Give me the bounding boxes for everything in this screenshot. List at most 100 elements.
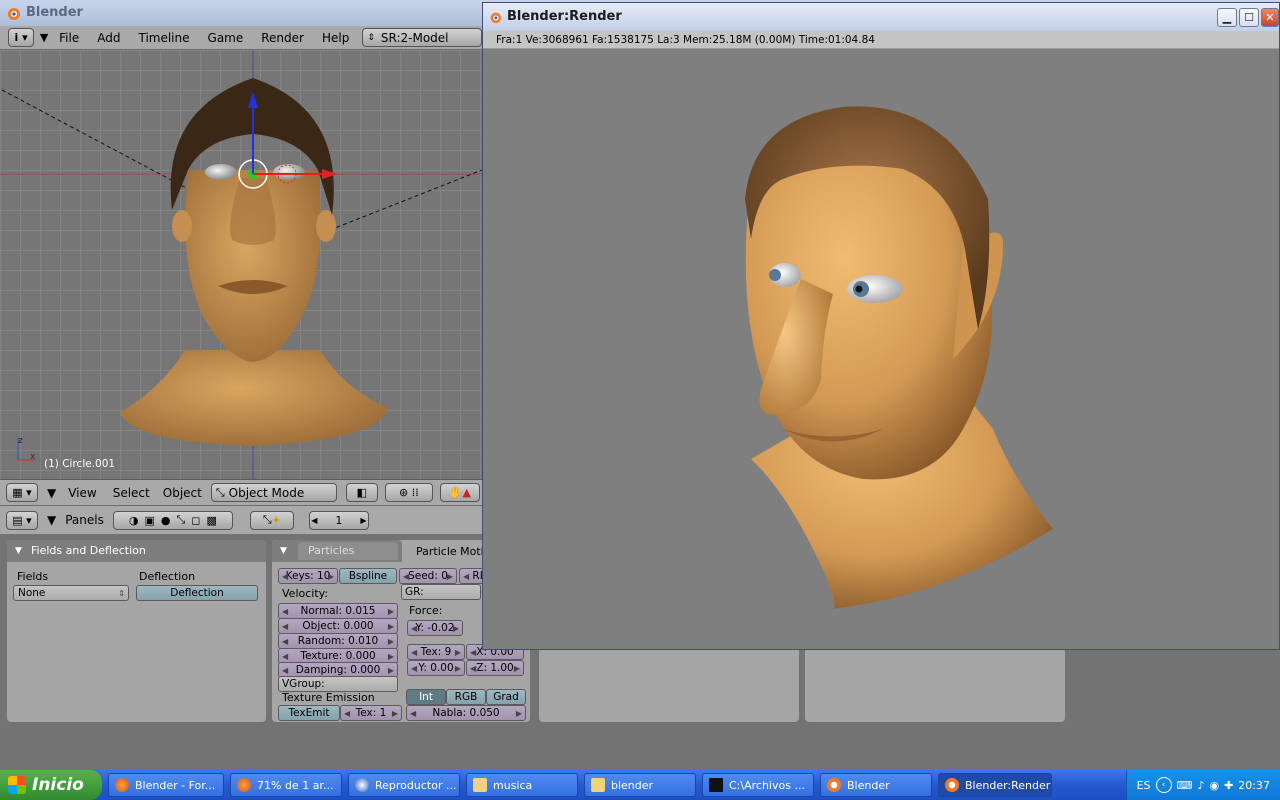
buttons-editor-type[interactable]: ▤ ▾	[6, 510, 38, 530]
windows-taskbar: Inicio Blender - For... 71% de 1 ar... R…	[0, 770, 1280, 800]
frame-right-arrow[interactable]: ▶	[360, 516, 366, 525]
task-download[interactable]: 71% de 1 ar...	[230, 773, 342, 797]
random-field[interactable]: ◀ Random: 0.010 ▶	[278, 633, 398, 649]
draw-type-button[interactable]: ◧	[345, 483, 378, 502]
panel-collapse-icon-2[interactable]: ▼	[280, 540, 287, 562]
menu-help[interactable]: Help	[313, 27, 358, 49]
menu-render[interactable]: Render	[252, 27, 313, 49]
render-window: Blender:Render ▁ ☐ ✕ Fra:1 Ve:3068961 Fa…	[482, 2, 1280, 650]
menu-timeline[interactable]: Timeline	[129, 27, 198, 49]
editor-type-menu[interactable]: i ▾	[8, 28, 35, 47]
seed-value: Seed: 0	[408, 570, 448, 582]
seed-field[interactable]: ◀ Seed: 0 ▶	[399, 568, 457, 584]
task-media-player[interactable]: Reproductor ...	[348, 773, 460, 797]
pivot-icon: ⊛ ⁞⁞	[398, 486, 419, 499]
frame-value: 1	[335, 513, 343, 527]
network-icon[interactable]: ⌨	[1177, 779, 1193, 792]
frame-left-arrow[interactable]: ◀	[311, 516, 317, 525]
panel-collapse-icon[interactable]: ▼	[15, 540, 22, 562]
deflection-toggle[interactable]: Deflection	[136, 585, 258, 601]
z-field[interactable]: ◀ Z: 1.00 ▶	[466, 660, 524, 676]
force-y-field[interactable]: ◀ Y: -0.02 ▶	[407, 620, 463, 636]
gr-field[interactable]: GR:	[401, 584, 481, 600]
grad-toggle[interactable]: Grad	[486, 689, 526, 705]
volume-icon[interactable]: ♪	[1197, 779, 1204, 792]
int-toggle[interactable]: Int	[406, 689, 446, 705]
texture-value: Texture: 0.000	[300, 650, 376, 662]
task-folder-blender[interactable]: blender	[584, 773, 696, 797]
task-blender-forum[interactable]: Blender - For...	[108, 773, 224, 797]
particles-tab[interactable]: ▼ Particles	[272, 540, 402, 562]
texemit-toggle[interactable]: TexEmit	[278, 705, 340, 721]
frame-field[interactable]: ◀ 1 ▶	[308, 510, 369, 530]
shading-context-icon[interactable]: ●	[161, 514, 171, 527]
menu-game[interactable]: Game	[199, 27, 253, 49]
task-blender-render[interactable]: Blender:Render	[938, 773, 1052, 797]
translate-icon: ▲	[462, 486, 471, 499]
nabla-field[interactable]: ◀ Nabla: 0.050 ▶	[406, 705, 526, 721]
task-label-1: 71% de 1 ar...	[257, 778, 334, 792]
buttons-window-header: ▤ ▾ ▼ Panels ◑ ▣ ● ⤡ ◻ ▩ ⤡ ✦ ◀ 1 ▶	[0, 505, 482, 534]
close-button[interactable]: ✕	[1261, 8, 1279, 27]
start-button[interactable]: Inicio	[0, 770, 102, 800]
task-blender[interactable]: Blender	[820, 773, 932, 797]
keys-field[interactable]: ◀ Keys: 10 ▶	[278, 568, 338, 584]
fields-type-value: None	[18, 587, 46, 599]
grid-editor-type-button[interactable]: ▦ ▾	[6, 483, 38, 502]
vgroup-field[interactable]: VGroup:	[278, 676, 398, 692]
render-window-titlebar[interactable]: Blender:Render ▁ ☐ ✕	[483, 3, 1279, 31]
editing-icon[interactable]: ◻	[191, 514, 200, 527]
minimize-button[interactable]: ▁	[1217, 8, 1237, 27]
blender-icon	[827, 778, 841, 792]
keys-value: Keys: 10	[285, 570, 331, 582]
menu-add[interactable]: Add	[88, 27, 129, 49]
collapse-icon-2[interactable]: ▼	[47, 513, 56, 527]
active-object-label: (1) Circle.001	[44, 458, 116, 470]
menu-view[interactable]: View	[59, 482, 105, 504]
normal-value: Normal: 0.015	[300, 605, 376, 617]
empty-panel-1	[539, 648, 799, 722]
collapse-icon[interactable]: ▼	[47, 486, 56, 500]
texture-emission-label: Texture Emission	[282, 691, 375, 704]
menu-file[interactable]: File	[50, 27, 88, 49]
task-label-0: Blender - For...	[135, 778, 216, 792]
tex-field[interactable]: ◀ Tex: 9 ▶	[407, 644, 465, 660]
task-folder-musica[interactable]: musica	[466, 773, 578, 797]
rgb-toggle[interactable]: RGB	[446, 689, 486, 705]
menu-object[interactable]: Object	[157, 482, 208, 504]
task-label-4: blender	[611, 778, 654, 792]
tex1-value: Tex: 1	[355, 707, 387, 719]
physics-icon[interactable]: ✦	[272, 514, 281, 527]
menu-select[interactable]: Select	[109, 482, 154, 504]
context-buttons[interactable]: ◑ ▣ ● ⤡ ◻ ▩	[112, 510, 233, 530]
manipulator-toggle[interactable]: ✋ ▲	[439, 483, 480, 502]
tex1-field[interactable]: ◀ Tex: 1 ▶	[340, 705, 402, 721]
maximize-button[interactable]: ☐	[1239, 8, 1259, 27]
close-icon: ✕	[1265, 11, 1275, 24]
menu-panels[interactable]: Panels	[59, 509, 110, 531]
particles-tab-label: Particles	[298, 542, 398, 560]
antivirus-icon[interactable]: ◉	[1209, 779, 1219, 792]
messenger-icon[interactable]: ✚	[1224, 779, 1233, 792]
task-console[interactable]: C:\Archivos ...	[702, 773, 814, 797]
screen-selector[interactable]: ⇕ SR:2-Model	[362, 28, 482, 47]
logic-icon[interactable]: ◑	[129, 514, 139, 527]
fields-type-dropdown[interactable]: None ⇕	[13, 585, 129, 601]
velocity-label: Velocity:	[282, 587, 329, 600]
mode-selector[interactable]: ⤡ Object Mode	[210, 483, 337, 502]
3d-viewport[interactable]: z x (1) Circle.001	[0, 50, 482, 479]
bspline-toggle[interactable]: Bspline	[339, 568, 397, 584]
sub-context-buttons[interactable]: ⤡ ✦	[249, 510, 294, 530]
pivot-button[interactable]: ⊛ ⁞⁞	[384, 483, 433, 502]
fields-panel-header[interactable]: ▼ Fields and Deflection	[7, 540, 266, 562]
object-context-icon[interactable]: ⤡	[176, 513, 185, 527]
object-field[interactable]: ◀ Object: 0.000 ▶	[278, 618, 398, 634]
scene-icon[interactable]: ▩	[206, 514, 216, 527]
object-sub-icon[interactable]: ⤡	[263, 513, 272, 527]
collapse-header-icon[interactable]: ▼	[38, 28, 50, 47]
language-indicator[interactable]: ES	[1137, 779, 1151, 792]
script-icon[interactable]: ▣	[144, 514, 154, 527]
tray-expand-icon[interactable]: ‹	[1155, 777, 1172, 793]
y-field[interactable]: ◀ Y: 0.00 ▶	[407, 660, 465, 676]
normal-field[interactable]: ◀ Normal: 0.015 ▶	[278, 603, 398, 619]
